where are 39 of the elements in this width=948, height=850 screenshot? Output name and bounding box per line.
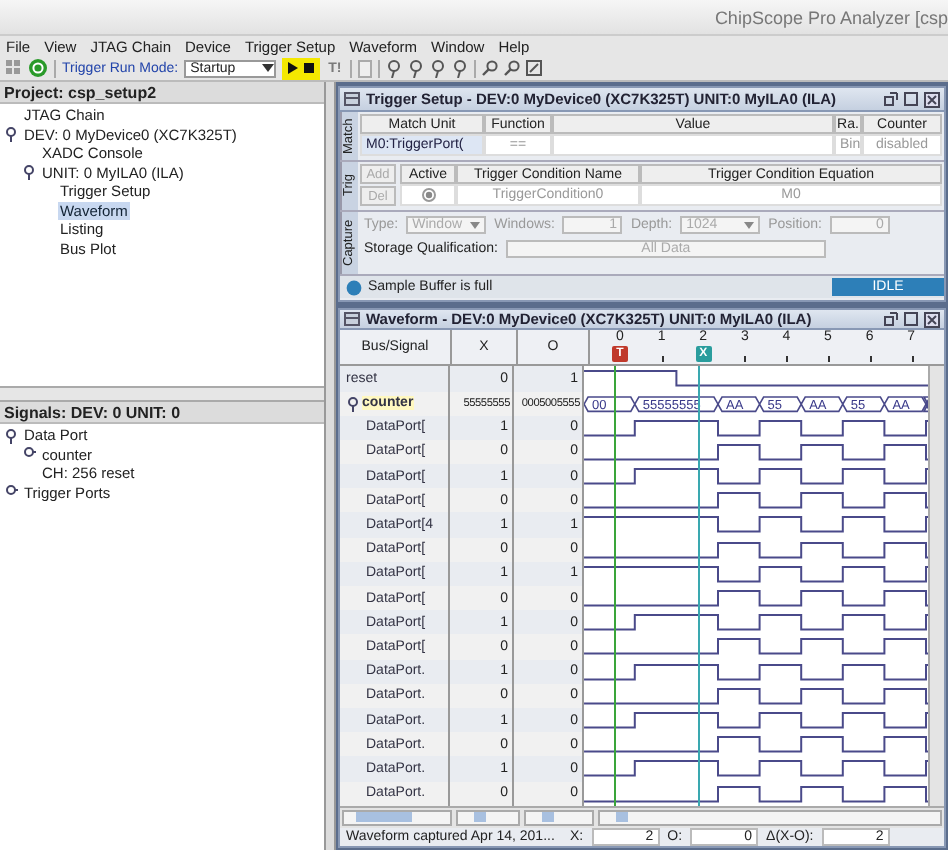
horizontal-scrollbar[interactable] <box>456 809 520 826</box>
maximize-icon[interactable] <box>904 312 918 327</box>
toggle-icon[interactable] <box>4 427 18 444</box>
probe-icon[interactable] <box>429 59 446 77</box>
zoom-icon[interactable] <box>503 60 520 76</box>
maximize-icon[interactable] <box>904 92 918 106</box>
probe-icon[interactable] <box>407 59 424 77</box>
caret-icon <box>744 221 755 229</box>
stop-icon[interactable] <box>302 60 317 76</box>
caret-icon <box>262 63 275 73</box>
panel-title: Signals: DEV: 0 UNIT: 0 <box>0 402 324 424</box>
horizontal-scrollbar[interactable] <box>524 809 594 826</box>
close-icon[interactable] <box>924 91 940 107</box>
horizontal-scrollbar[interactable] <box>342 809 452 826</box>
horizontal-scrollbar[interactable] <box>598 809 942 826</box>
zoom-icon[interactable] <box>481 60 498 76</box>
toggle-icon[interactable] <box>4 126 18 143</box>
window-icon <box>344 92 360 106</box>
panel-title: Project: csp_setup2 <box>0 82 324 104</box>
toggle-icon[interactable] <box>22 446 36 463</box>
close-icon[interactable] <box>924 311 940 328</box>
table-cell[interactable] <box>552 134 834 156</box>
toggle-icon[interactable] <box>4 484 18 501</box>
toggle-icon[interactable] <box>22 164 36 181</box>
probe-icon[interactable] <box>385 59 402 77</box>
window-title: ChipScope Pro Analyzer [csp <box>714 7 948 27</box>
toggle-icon[interactable] <box>346 395 360 412</box>
radio-button[interactable] <box>421 188 435 202</box>
window-icon <box>344 312 360 327</box>
power-icon[interactable] <box>28 58 48 78</box>
cursor-line[interactable] <box>697 366 700 806</box>
status-icon <box>346 279 362 295</box>
play-icon[interactable] <box>286 60 301 76</box>
vertical-scrollbar[interactable] <box>928 366 944 806</box>
probe-icon[interactable] <box>451 59 468 77</box>
caret-icon <box>470 221 481 229</box>
zoom-fit-icon[interactable] <box>525 60 542 76</box>
restore-icon[interactable] <box>884 312 898 327</box>
restore-icon[interactable] <box>884 92 898 106</box>
